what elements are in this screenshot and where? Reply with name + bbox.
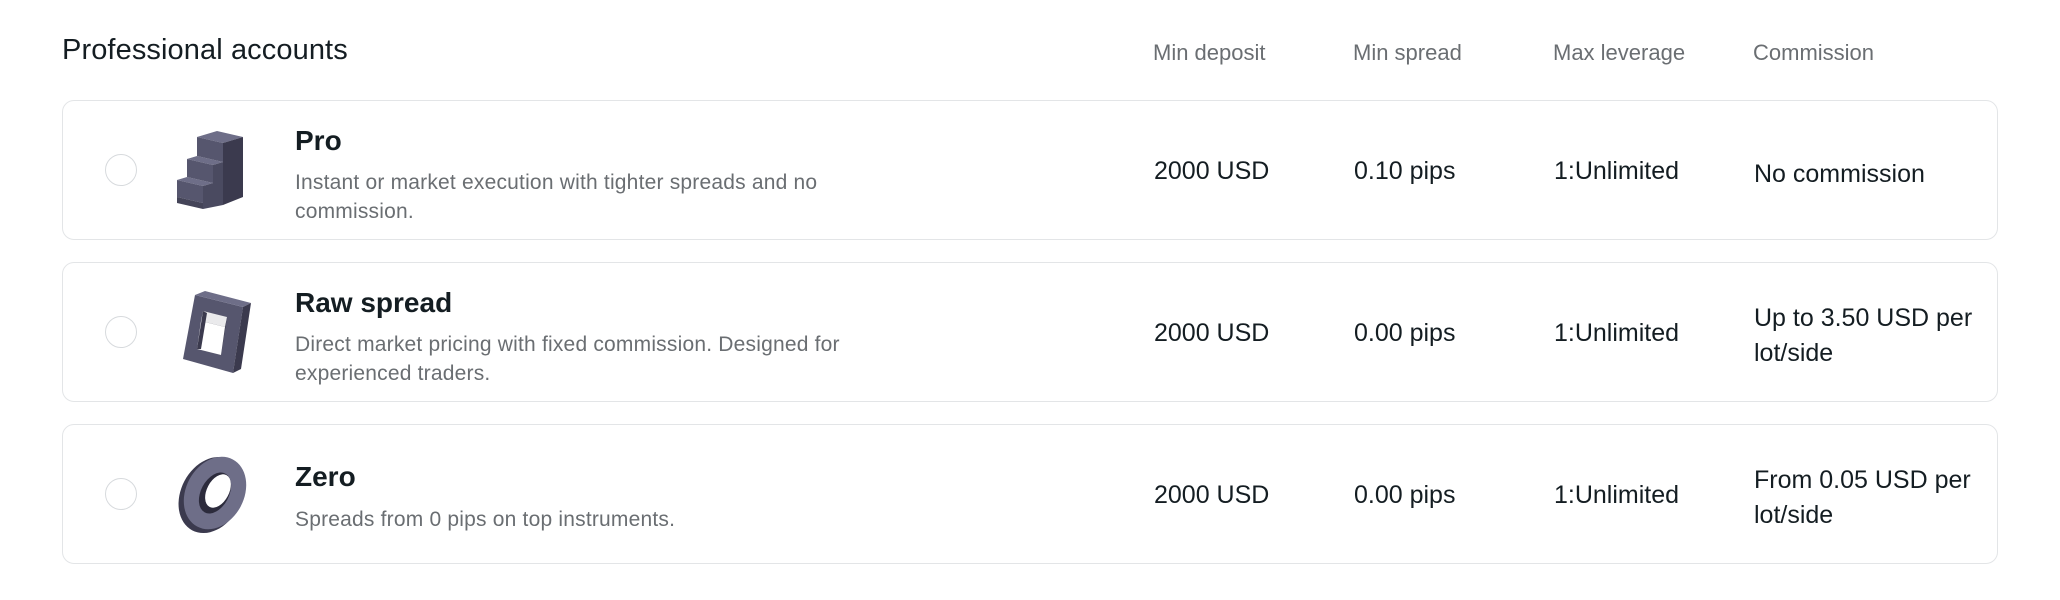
min-deposit-value: 2000 USD	[1154, 319, 1270, 347]
column-header-commission: Commission	[1753, 40, 1875, 65]
professional-accounts-section: Professional accounts Min deposit Min sp…	[0, 0, 2060, 600]
account-card-zero[interactable]: Zero Spreads from 0 pips on top instrume…	[62, 424, 1998, 564]
account-card-raw-spread[interactable]: Raw spread Direct market pricing with fi…	[62, 262, 1998, 402]
account-card-pro[interactable]: Pro Instant or market execution with tig…	[62, 100, 1998, 240]
min-spread-value: 0.00 pips	[1354, 481, 1456, 509]
commission-value: No commission	[1754, 160, 1925, 188]
column-header-max-leverage: Max leverage	[1553, 40, 1686, 65]
account-description: Spreads from 0 pips on top instruments.	[295, 508, 676, 531]
max-leverage-value: 1:Unlimited	[1554, 481, 1680, 509]
min-spread-value: 0.10 pips	[1354, 157, 1456, 185]
section-title: Professional accounts	[62, 34, 348, 66]
max-leverage-value: 1:Unlimited	[1554, 157, 1680, 185]
account-description: Direct market pricing with fixed commiss…	[295, 333, 840, 385]
account-name: Raw spread	[295, 287, 453, 318]
account-description: Instant or market execution with tighter…	[295, 171, 818, 223]
column-header-min-spread: Min spread	[1353, 40, 1462, 65]
column-header-min-deposit: Min deposit	[1153, 40, 1266, 65]
min-deposit-value: 2000 USD	[1154, 157, 1270, 185]
min-spread-value: 0.00 pips	[1354, 319, 1456, 347]
account-radio-pro[interactable]	[105, 154, 137, 186]
account-radio-raw-spread[interactable]	[105, 316, 137, 348]
square-frame-icon	[165, 287, 257, 379]
ring-icon	[165, 449, 257, 541]
stairs-icon	[165, 125, 257, 217]
commission-value: From 0.05 USD per lot/side	[1754, 466, 1971, 529]
table-header: Professional accounts Min deposit Min sp…	[0, 0, 2060, 100]
account-name: Pro	[295, 125, 342, 156]
min-deposit-value: 2000 USD	[1154, 481, 1270, 509]
max-leverage-value: 1:Unlimited	[1554, 319, 1680, 347]
account-radio-zero[interactable]	[105, 478, 137, 510]
commission-value: Up to 3.50 USD per lot/side	[1754, 304, 1973, 367]
account-name: Zero	[295, 461, 356, 492]
